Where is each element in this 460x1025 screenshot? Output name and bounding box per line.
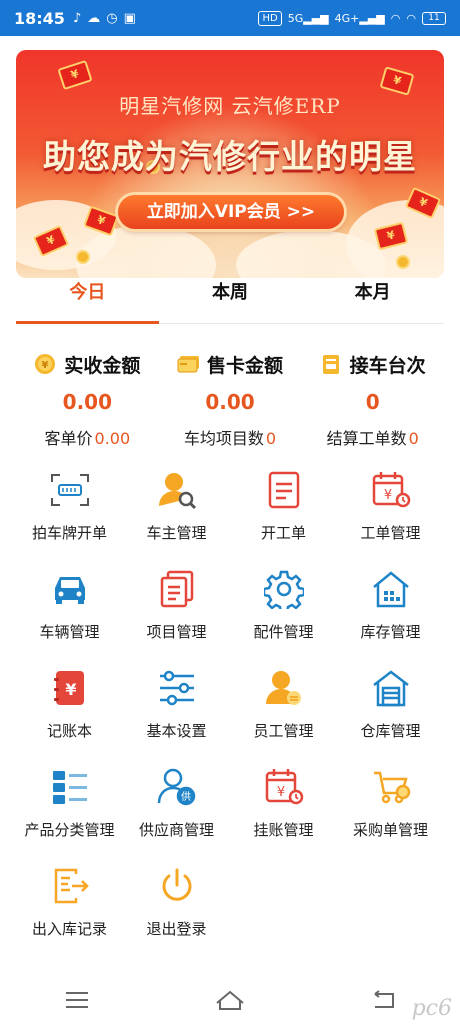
sub-stat-avg-order: 客单价 0.00: [44, 429, 131, 448]
status-bar: 18:45 ♪ ☁ ◷ ▣ HD 5G▂▄▆ 4G+▂▄▆ ◠ ◠ 11: [0, 0, 460, 36]
tab-this-month[interactable]: 本月: [301, 278, 444, 323]
join-vip-button[interactable]: 立即加入VIP会员 >>: [118, 195, 344, 229]
banner-title: 助您成为汽修行业的明星: [43, 137, 417, 176]
svg-text:¥: ¥: [383, 488, 391, 503]
stat-label: 接车台次: [349, 354, 426, 377]
sim-icon: ▣: [123, 10, 136, 26]
battery-icon: 11: [422, 11, 446, 25]
menu-supplier-manage[interactable]: 供 供应商管理: [123, 759, 230, 858]
document-icon: [262, 468, 306, 512]
status-right-icons: HD 5G▂▄▆ 4G+▂▄▆ ◠ ◠ 11: [258, 10, 446, 26]
stat-label: 实收金额: [64, 354, 141, 377]
coin-decoration: [76, 250, 90, 264]
cloud-icon: ☁: [87, 10, 101, 26]
menu-order-manage[interactable]: ¥ 工单管理: [337, 462, 444, 561]
svg-text:供: 供: [181, 790, 191, 803]
hamburger-icon: [65, 992, 88, 1008]
menu-inventory-manage[interactable]: 库存管理: [337, 561, 444, 660]
ledger-icon: ¥: [48, 666, 92, 710]
menu-basic-settings[interactable]: 基本设置: [123, 660, 230, 759]
stat-card-sales: 售卡金额 0.00: [159, 348, 302, 416]
stat-value: 0: [365, 390, 380, 414]
car-icon: [48, 567, 92, 611]
tiktok-icon: ♪: [72, 10, 82, 26]
tab-this-week[interactable]: 本周: [159, 278, 302, 323]
status-left-icons: ♪ ☁ ◷ ▣: [73, 11, 136, 26]
gear-icon: [262, 567, 306, 611]
home-nav-button[interactable]: [210, 983, 250, 1017]
sliders-icon: [155, 666, 199, 710]
svg-text:¥: ¥: [65, 680, 76, 699]
wifi-icon: ◠: [406, 11, 416, 25]
svg-text:¥: ¥: [42, 360, 49, 371]
menu-credit-manage[interactable]: ¥ 挂账管理: [230, 759, 337, 858]
power-icon: [155, 864, 199, 908]
menu-ledger[interactable]: ¥ 记账本: [16, 660, 123, 759]
menu-logout[interactable]: 退出登录: [123, 858, 230, 957]
sub-stat-items-per-car: 车均项目数 0: [183, 429, 277, 448]
sub-stat-settled-orders: 结算工单数 0: [326, 429, 419, 448]
svg-text:¥: ¥: [276, 785, 284, 800]
vip-banner[interactable]: ¥ ¥ ¥ ¥ ¥ ¥ 明星汽修网 云汽修ERP 助您成为汽修行业的明星 立即加…: [16, 50, 444, 278]
menu-project-manage[interactable]: 项目管理: [123, 561, 230, 660]
system-nav-bar: [0, 975, 460, 1025]
clock-icon: ◷: [106, 10, 118, 26]
watermark: pc6: [411, 996, 452, 1021]
stat-value: 0.00: [205, 390, 255, 414]
stat-value: 0.00: [62, 390, 113, 414]
menu-plate-scan[interactable]: 拍车牌开单: [16, 462, 123, 561]
storehouse-icon: [369, 666, 413, 710]
stat-received-amount: ¥ 实收金额 0.00: [16, 348, 159, 416]
coin-icon: ¥: [34, 353, 56, 375]
menu-storehouse-manage[interactable]: 仓库管理: [337, 660, 444, 759]
card-icon: [177, 353, 199, 375]
4g-signal-icon: 4G+▂▄▆: [334, 11, 385, 25]
warehouse-icon: [369, 567, 413, 611]
sub-stats: 客单价 0.00 车均项目数 0 结算工单数 0: [16, 425, 444, 449]
home-icon: [216, 990, 244, 1010]
menu-nav-button[interactable]: [57, 983, 97, 1017]
menu-open-order[interactable]: 开工单: [230, 462, 337, 561]
clipboard-car-icon: [320, 353, 342, 375]
hd-icon: HD: [258, 10, 282, 26]
supplier-icon: 供: [155, 765, 199, 809]
wifi-icon: ◠: [390, 11, 401, 25]
credit-calendar-icon: ¥: [262, 765, 306, 809]
employee-icon: [262, 666, 306, 710]
calendar-yuan-icon: ¥: [369, 468, 413, 512]
banner-subtitle: 明星汽修网 云汽修ERP: [119, 94, 341, 118]
tab-today[interactable]: 今日: [16, 278, 159, 324]
stat-vehicle-intake: 接车台次 0: [301, 348, 444, 416]
menu-purchase-order[interactable]: 采购单管理: [337, 759, 444, 858]
purchase-cart-icon: [369, 765, 413, 809]
5g-signal-icon: 5G▂▄▆: [287, 11, 329, 25]
menu-vehicle-manage[interactable]: 车辆管理: [16, 561, 123, 660]
status-time: 18:45: [14, 8, 65, 28]
in-out-record-icon: [48, 864, 92, 908]
red-envelope-icon: ¥: [57, 59, 93, 91]
stat-label: 售卡金额: [207, 354, 284, 377]
period-tabs: 今日 本周 本月: [16, 278, 444, 324]
menu-owner-manage[interactable]: 车主管理: [123, 462, 230, 561]
category-list-icon: [48, 765, 92, 809]
menu-parts-manage[interactable]: 配件管理: [230, 561, 337, 660]
back-icon: [374, 990, 395, 1008]
menu-in-out-record[interactable]: 出入库记录: [16, 858, 123, 957]
user-search-icon: [155, 468, 199, 512]
stats-summary: ¥ 实收金额 0.00 售卡金额 0.00 接车台次 0: [16, 348, 444, 416]
back-nav-button[interactable]: [363, 983, 403, 1017]
coin-decoration: [396, 255, 410, 269]
function-grid: 拍车牌开单 车主管理 开工单 ¥ 工单管理 车辆管理 项目管理 配件管理 库存管…: [16, 462, 444, 957]
menu-product-category[interactable]: 产品分类管理: [16, 759, 123, 858]
plate-scan-icon: [48, 468, 92, 512]
menu-employee-manage[interactable]: 员工管理: [230, 660, 337, 759]
copy-document-icon: [155, 567, 199, 611]
